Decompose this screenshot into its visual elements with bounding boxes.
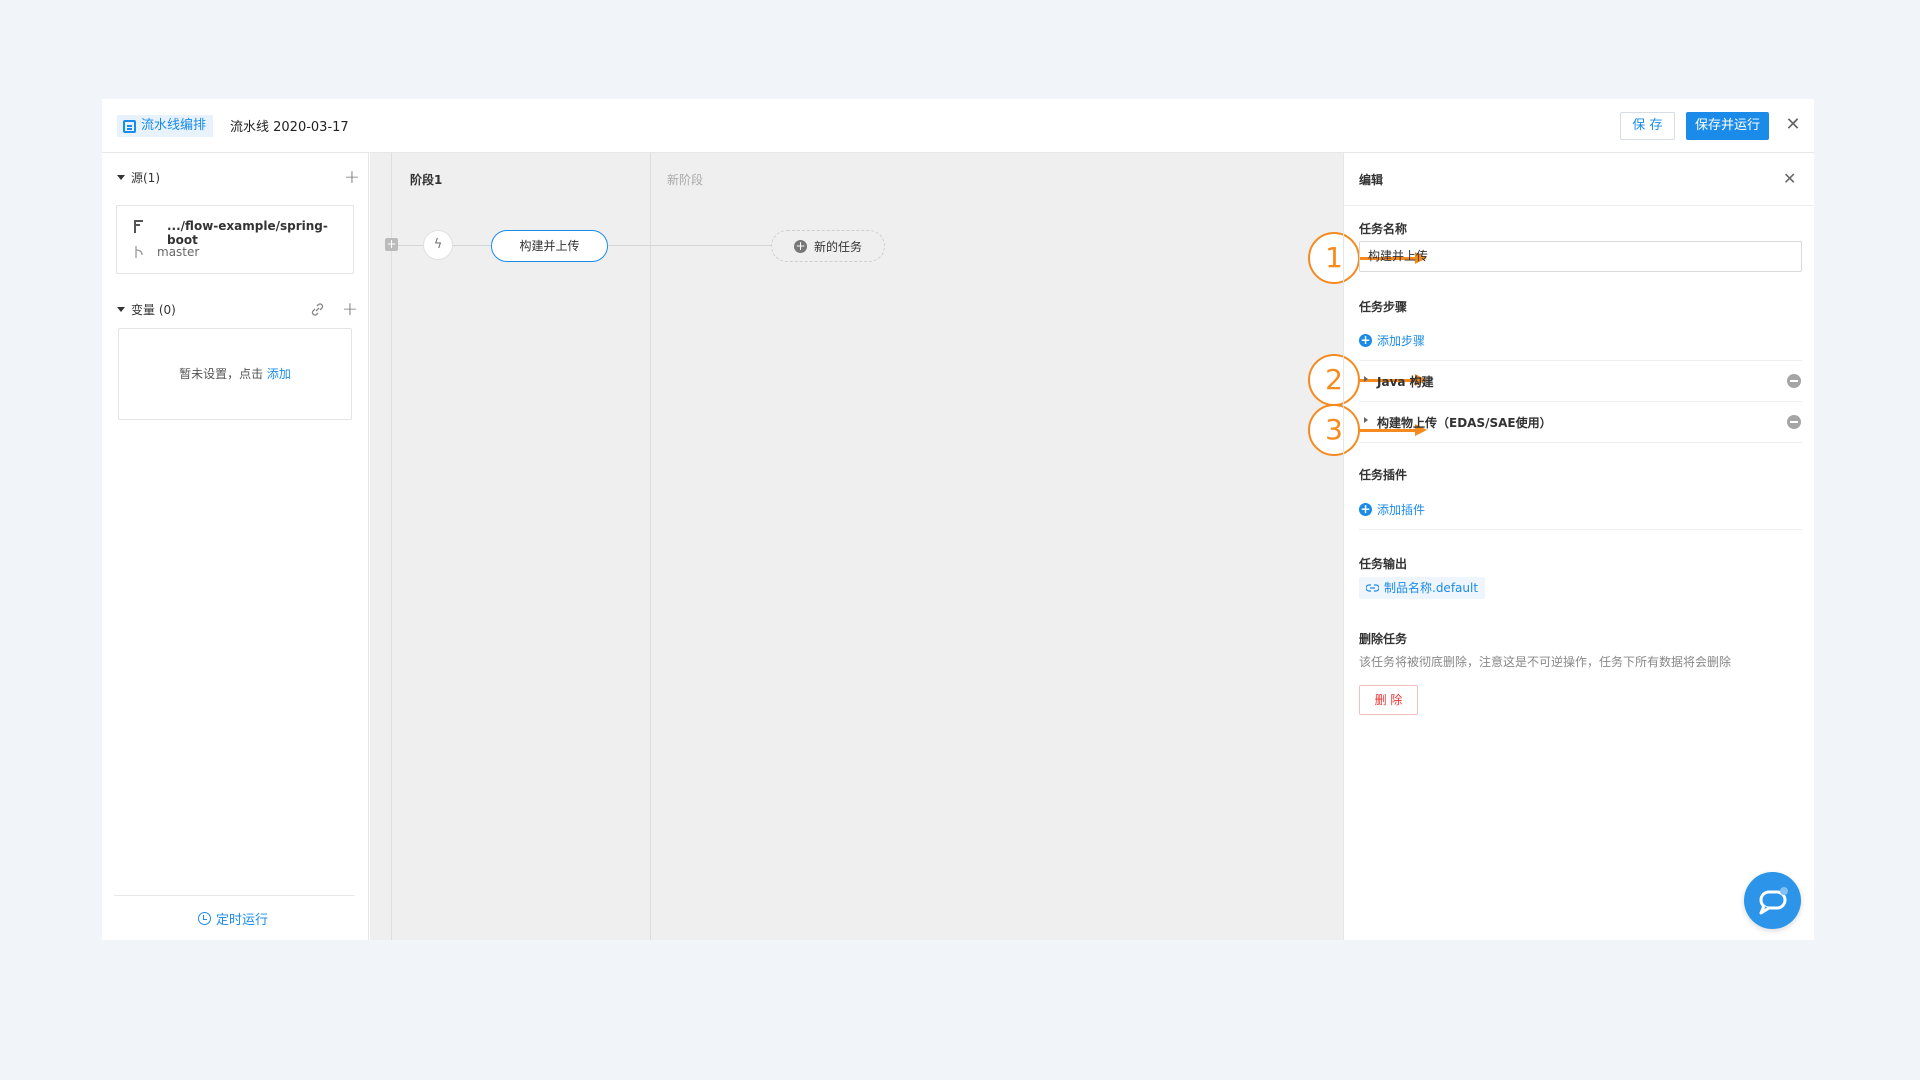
task-output-label: 任务输出 — [1359, 557, 1408, 571]
add-step-button[interactable]: + 添加步骤 — [1359, 332, 1425, 349]
pipeline-title: 流水线 2020-03-17 — [230, 120, 349, 135]
save-and-run-button[interactable]: 保存并运行 — [1686, 112, 1769, 140]
add-variable-link[interactable]: 添加 — [267, 367, 291, 381]
new-task-label: 新的任务 — [813, 239, 862, 254]
connector-line — [608, 245, 771, 246]
link-icon[interactable] — [310, 302, 325, 317]
delete-task-description: 该任务将被彻底删除，注意这是不可逆操作，任务下所有数据将会删除 — [1359, 655, 1732, 669]
remove-step-icon[interactable] — [1787, 374, 1801, 388]
source-section-header[interactable]: 源(1) — [117, 169, 160, 186]
output-artifact-name: 制品名称.default — [1384, 581, 1479, 595]
variables-empty-card: 暂未设置，点击 添加 — [118, 328, 352, 420]
plus-circle-icon: + — [1359, 502, 1372, 516]
pipeline-orchestration-label: 流水线编排 — [141, 118, 207, 133]
step-label: Java 构建 — [1377, 375, 1434, 389]
add-stage-icon[interactable]: + — [385, 238, 398, 251]
plus-circle-icon: + — [1359, 333, 1372, 347]
delete-button[interactable]: 删 除 — [1359, 685, 1418, 715]
clock-icon — [198, 912, 211, 925]
top-bar: 流水线编排 流水线 2020-03-17 保 存 保存并运行 ✕ — [102, 99, 1814, 153]
output-artifact-chip[interactable]: 制品名称.default — [1359, 577, 1486, 599]
save-button[interactable]: 保 存 — [1620, 112, 1675, 140]
source-path: .../flow-example/spring-boot — [167, 219, 328, 247]
task-name-label: 任务名称 — [1359, 222, 1408, 236]
connector-line — [398, 245, 423, 246]
task-plugins-label: 任务插件 — [1359, 468, 1408, 482]
close-icon[interactable]: ✕ — [1783, 115, 1803, 135]
scheduled-run-button[interactable]: 定时运行 — [198, 909, 268, 928]
variables-empty-text: 暂未设置，点击 — [179, 367, 267, 381]
source-card[interactable]: .../flow-example/spring-boot master — [116, 205, 354, 274]
add-variable-icon[interactable]: + — [342, 300, 358, 319]
caret-down-icon — [117, 175, 125, 180]
chat-support-button[interactable] — [1744, 872, 1801, 929]
task-editor-panel: 编辑 ✕ 任务名称 构建并上传 任务步骤 + 添加步骤 Java 构建 构建物上… — [1343, 153, 1814, 940]
task-name-input[interactable]: 构建并上传 — [1359, 241, 1802, 272]
pipeline-canvas: + 阶段1 新阶段 ϟ 构建并上传 + 新的任务 1 2 3 — [370, 153, 1427, 940]
source-branch: master — [157, 245, 200, 259]
pipeline-orchestration-tab[interactable]: 流水线编排 — [117, 115, 214, 137]
new-stage-label[interactable]: 新阶段 — [667, 171, 703, 188]
variables-section-header[interactable]: 变量 (0) — [117, 301, 176, 318]
editor-title: 编辑 — [1359, 173, 1384, 187]
stage-add-strip — [370, 153, 392, 940]
pipeline-icon — [123, 119, 136, 133]
chat-icon — [1759, 887, 1788, 915]
divider — [114, 895, 355, 896]
source-section-title: 源(1) — [131, 171, 160, 185]
link-icon — [1366, 584, 1379, 592]
plus-circle-icon: + — [793, 238, 807, 253]
close-icon[interactable]: ✕ — [1783, 169, 1796, 188]
remove-step-icon[interactable] — [1787, 415, 1801, 429]
caret-down-icon — [117, 307, 125, 312]
new-task-button[interactable]: + 新的任务 — [771, 230, 885, 262]
task-node[interactable]: 构建并上传 — [491, 230, 608, 262]
repo-icon — [134, 220, 143, 233]
left-panel: 源(1) + .../flow-example/spring-boot mast… — [102, 153, 369, 940]
delete-task-title: 删除任务 — [1359, 632, 1408, 646]
add-plugin-button[interactable]: + 添加插件 — [1359, 501, 1425, 518]
caret-right-icon — [1364, 376, 1368, 382]
task-steps-label: 任务步骤 — [1359, 300, 1408, 314]
stage-divider — [650, 153, 651, 940]
caret-right-icon — [1364, 417, 1368, 423]
editor-header: 编辑 ✕ — [1344, 153, 1814, 206]
scheduled-run-label: 定时运行 — [216, 913, 269, 928]
branch-icon — [135, 246, 143, 258]
add-source-icon[interactable]: + — [344, 168, 360, 187]
add-step-label: 添加步骤 — [1377, 334, 1426, 348]
trigger-icon[interactable]: ϟ — [423, 230, 453, 260]
connector-line — [453, 245, 491, 246]
divider — [1359, 529, 1802, 530]
step-row[interactable]: 构建物上传（EDAS/SAE使用） — [1359, 402, 1802, 442]
stage-title[interactable]: 阶段1 — [410, 171, 442, 188]
step-label: 构建物上传（EDAS/SAE使用） — [1377, 416, 1552, 430]
step-row[interactable]: Java 构建 — [1359, 361, 1802, 401]
variables-section-title: 变量 (0) — [131, 303, 176, 317]
divider — [1359, 442, 1802, 443]
pipeline-editor-window: 流水线编排 流水线 2020-03-17 保 存 保存并运行 ✕ 源(1) + … — [102, 99, 1814, 940]
add-plugin-label: 添加插件 — [1377, 503, 1426, 517]
